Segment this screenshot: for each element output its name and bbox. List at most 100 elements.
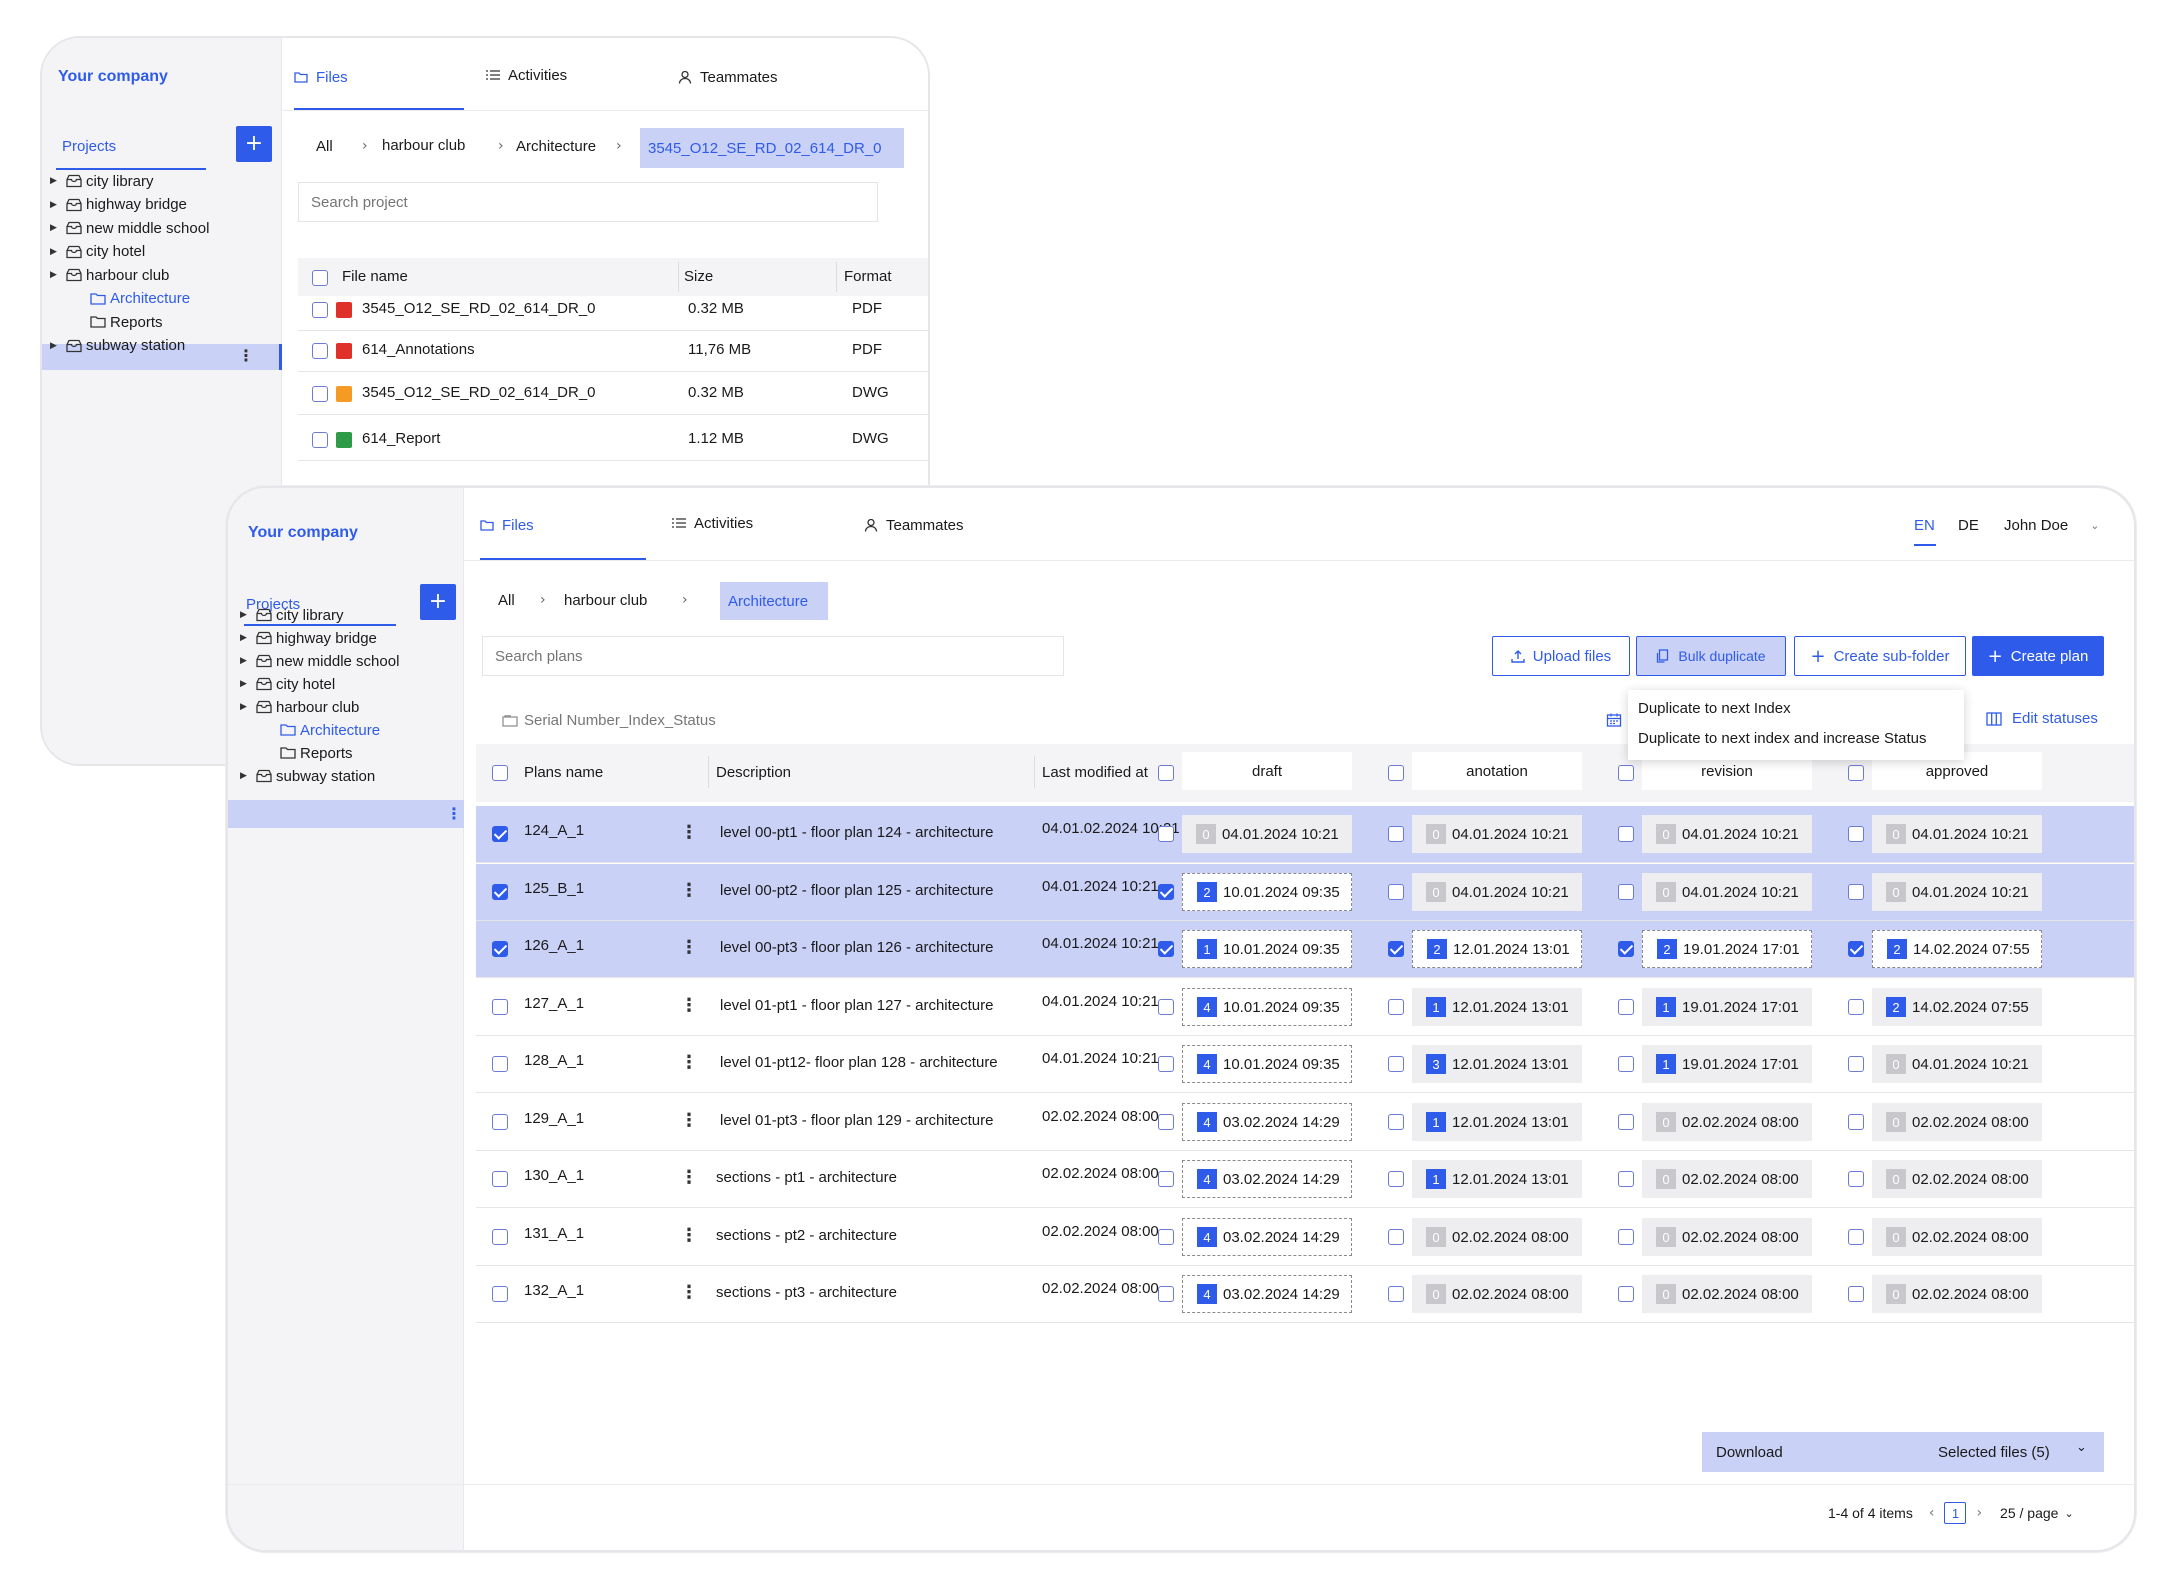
status-cell-draft[interactable]: 4 10.01.2024 09:35 (1182, 1045, 1352, 1083)
status-checkbox[interactable] (1158, 1286, 1174, 1302)
search-input[interactable] (482, 636, 1064, 676)
row-checkbox[interactable] (492, 941, 508, 957)
expand-caret-icon[interactable]: ▶ (50, 223, 57, 233)
file-name[interactable]: 3545_O12_SE_RD_02_614_DR_0 (362, 300, 596, 317)
status-cell-anotation[interactable]: 1 12.01.2024 13:01 (1412, 1160, 1582, 1198)
breadcrumb-harbour-club[interactable]: harbour club (564, 592, 647, 609)
row-menu-icon[interactable]: ⋮ (680, 995, 698, 1016)
status-cell-anotation[interactable]: 0 04.01.2024 10:21 (1412, 815, 1582, 853)
status-cell-anotation[interactable]: 1 12.01.2024 13:01 (1412, 1103, 1582, 1141)
status-checkbox[interactable] (1388, 1171, 1404, 1187)
tree-item-reports[interactable]: Reports (90, 309, 163, 335)
status-cell-approved[interactable]: 0 02.02.2024 08:00 (1872, 1160, 2042, 1198)
status-cell-draft[interactable]: 0 04.01.2024 10:21 (1182, 815, 1352, 853)
status-cell-draft[interactable]: 4 03.02.2024 14:29 (1182, 1160, 1352, 1198)
column-format[interactable]: Format (844, 268, 892, 285)
status-cell-revision[interactable]: 2 19.01.2024 17:01 (1642, 930, 1812, 968)
status-checkbox[interactable] (1388, 1229, 1404, 1245)
lang-de[interactable]: DE (1958, 510, 1979, 540)
company-name[interactable]: Your company (248, 524, 358, 542)
status-cell-revision[interactable]: 1 19.01.2024 17:01 (1642, 1045, 1812, 1083)
status-cell-anotation[interactable]: 0 02.02.2024 08:00 (1412, 1218, 1582, 1256)
status-cell-draft[interactable]: 4 10.01.2024 09:35 (1182, 988, 1352, 1026)
expand-caret-icon[interactable]: ▶ (50, 200, 57, 210)
status-cell-approved[interactable]: 0 04.01.2024 10:21 (1872, 1045, 2042, 1083)
column-size[interactable]: Size (684, 268, 713, 285)
status-cell-draft[interactable]: 4 03.02.2024 14:29 (1182, 1275, 1352, 1313)
tree-item-subway-station[interactable]: subway station (66, 333, 185, 359)
status-checkbox[interactable] (1158, 999, 1174, 1015)
tree-item-city-library[interactable]: city library (66, 168, 154, 194)
page-size-select[interactable]: 25 / page (2000, 1505, 2058, 1521)
edit-statuses-link[interactable]: Edit statuses (1986, 710, 2098, 727)
calendar-icon[interactable] (1606, 712, 1622, 732)
column-file-name[interactable]: File name (342, 268, 408, 285)
create-plan-button[interactable]: + Create plan (1972, 636, 2104, 676)
search-input[interactable] (298, 182, 878, 222)
tree-item-city-hotel[interactable]: city hotel (66, 239, 145, 265)
bulk-duplicate-button[interactable]: Bulk duplicate (1636, 636, 1786, 676)
status-checkbox[interactable] (1848, 826, 1864, 842)
status-checkbox[interactable] (1848, 1171, 1864, 1187)
row-checkbox[interactable] (312, 386, 328, 402)
breadcrumb-architecture[interactable]: Architecture (516, 138, 596, 155)
status-checkbox[interactable] (1848, 1286, 1864, 1302)
tab-teammates[interactable]: Teammates (864, 510, 964, 540)
status-checkbox[interactable] (1388, 1114, 1404, 1130)
row-checkbox[interactable] (492, 1229, 508, 1245)
expand-caret-icon[interactable]: ▶ (50, 247, 57, 257)
status-header-draft[interactable]: draft (1182, 752, 1352, 790)
file-name[interactable]: 3545_O12_SE_RD_02_614_DR_0 (362, 384, 596, 401)
status-cell-approved[interactable]: 0 04.01.2024 10:21 (1872, 815, 2042, 853)
row-checkbox[interactable] (492, 1114, 508, 1130)
expand-caret-icon[interactable]: ▶ (50, 341, 57, 351)
status-checkbox[interactable] (1618, 1286, 1634, 1302)
expand-caret-icon[interactable]: ▶ (240, 610, 247, 620)
menu-item-duplicate-increase-status[interactable]: Duplicate to next index and increase Sta… (1638, 730, 1927, 747)
status-cell-draft[interactable]: 4 03.02.2024 14:29 (1182, 1218, 1352, 1256)
status-select-all-checkbox[interactable] (1618, 765, 1634, 781)
status-cell-anotation[interactable]: 3 12.01.2024 13:01 (1412, 1045, 1582, 1083)
status-checkbox[interactable] (1158, 1171, 1174, 1187)
status-checkbox[interactable] (1618, 884, 1634, 900)
column-last-modified[interactable]: Last modified at (1042, 764, 1148, 781)
row-menu-icon[interactable]: ⋮ (680, 1282, 698, 1303)
file-name[interactable]: 614_Annotations (362, 341, 475, 358)
row-menu-icon[interactable]: ⋮ (680, 1110, 698, 1131)
status-cell-approved[interactable]: 2 14.02.2024 07:55 (1872, 930, 2042, 968)
status-cell-anotation[interactable]: 1 12.01.2024 13:01 (1412, 988, 1582, 1026)
plan-name[interactable]: 129_A_1 (524, 1110, 584, 1127)
plan-name[interactable]: 132_A_1 (524, 1282, 584, 1299)
projects-tab[interactable]: Projects (62, 138, 116, 155)
status-header-anotation[interactable]: anotation (1412, 752, 1582, 790)
status-checkbox[interactable] (1618, 999, 1634, 1015)
status-cell-approved[interactable]: 0 02.02.2024 08:00 (1872, 1103, 2042, 1141)
row-checkbox[interactable] (312, 302, 328, 318)
status-checkbox[interactable] (1158, 826, 1174, 842)
plan-name[interactable]: 124_A_1 (524, 822, 584, 839)
column-description[interactable]: Description (716, 764, 791, 781)
status-cell-revision[interactable]: 0 02.02.2024 08:00 (1642, 1275, 1812, 1313)
status-checkbox[interactable] (1848, 1114, 1864, 1130)
status-checkbox[interactable] (1158, 1114, 1174, 1130)
row-menu-icon[interactable]: ⋮ (680, 1167, 698, 1188)
status-cell-revision[interactable]: 0 04.01.2024 10:21 (1642, 873, 1812, 911)
expand-caret-icon[interactable]: ▶ (240, 771, 247, 781)
status-checkbox[interactable] (1618, 1056, 1634, 1072)
row-menu-icon[interactable]: ⋮ (680, 822, 698, 843)
status-checkbox[interactable] (1388, 826, 1404, 842)
status-checkbox[interactable] (1388, 1286, 1404, 1302)
breadcrumb-all[interactable]: All (498, 592, 515, 609)
row-checkbox[interactable] (492, 999, 508, 1015)
status-cell-revision[interactable]: 0 04.01.2024 10:21 (1642, 815, 1812, 853)
expand-caret-icon[interactable]: ▶ (50, 176, 57, 186)
column-plans-name[interactable]: Plans name (524, 764, 603, 781)
status-checkbox[interactable] (1848, 1229, 1864, 1245)
row-checkbox[interactable] (312, 432, 328, 448)
row-menu-icon[interactable]: ⋮ (680, 1052, 698, 1073)
status-cell-approved[interactable]: 0 04.01.2024 10:21 (1872, 873, 2042, 911)
tree-item-menu-icon[interactable]: ⋮ (446, 804, 462, 823)
status-checkbox[interactable] (1618, 1114, 1634, 1130)
tab-teammates[interactable]: Teammates (678, 62, 778, 92)
upload-files-button[interactable]: Upload files (1492, 636, 1630, 676)
